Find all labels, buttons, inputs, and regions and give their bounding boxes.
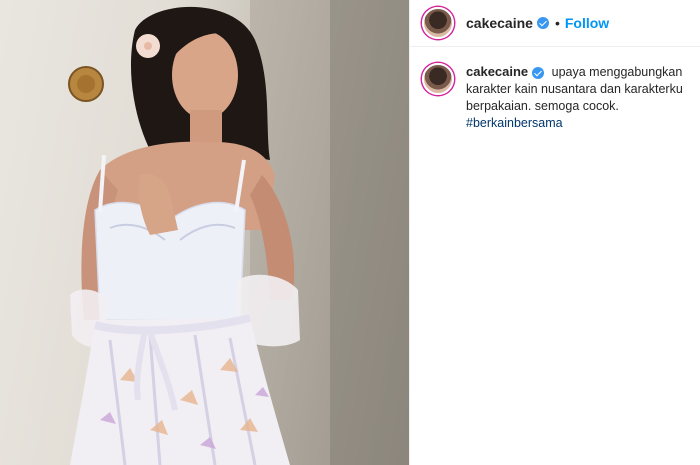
caption-verified-badge-icon [532,66,545,79]
caption-username-link[interactable]: cakecaine [466,64,528,79]
post-header: cakecaine • Follow [410,0,700,47]
post-image[interactable] [0,0,409,465]
post-photo-illustration [68,0,409,465]
follow-button[interactable]: Follow [565,15,609,31]
hashtag-link[interactable]: #berkainbersama [466,116,563,130]
separator-dot: • [554,15,560,31]
caption: cakecaine upaya menggabungkan karakter k… [410,47,700,132]
username-link[interactable]: cakecaine [466,15,533,31]
caption-text: cakecaine upaya menggabungkan karakter k… [466,63,684,132]
avatar[interactable] [422,7,454,39]
post-sidebar: cakecaine • Follow cakecaine upaya mengg… [409,0,700,465]
caption-avatar[interactable] [422,63,454,95]
verified-badge-icon [536,17,549,29]
